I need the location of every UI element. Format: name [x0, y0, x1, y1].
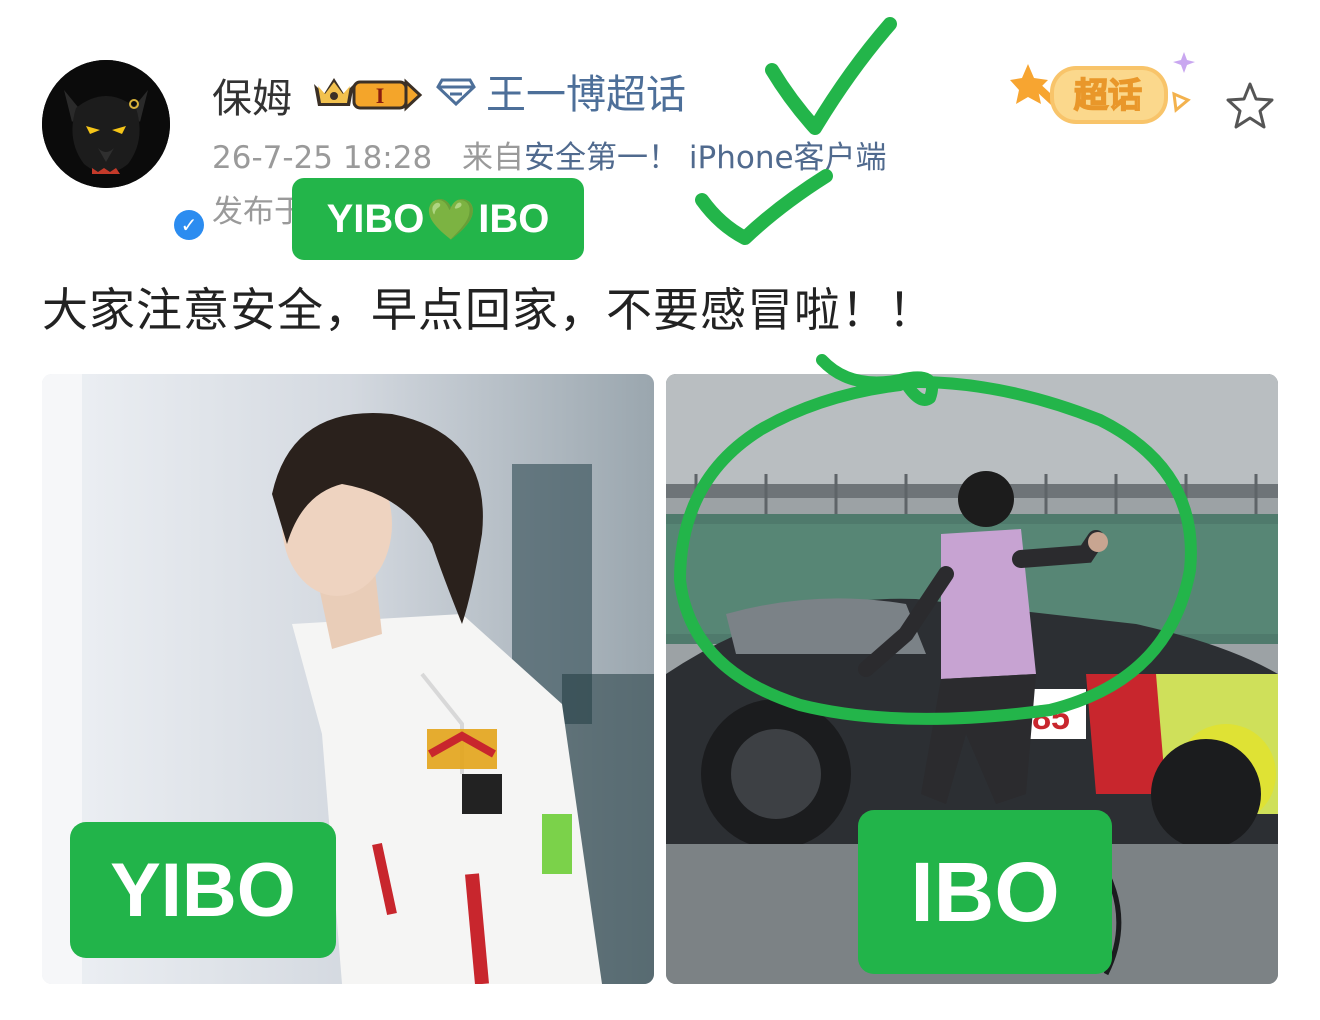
chaohua-badge[interactable]: 超话	[1006, 44, 1202, 134]
verified-icon: ✓	[170, 206, 208, 244]
panther-avatar-icon	[42, 60, 170, 188]
tag-left-text: YIBO	[326, 196, 425, 241]
topic-link[interactable]: 王一博超话	[436, 66, 686, 118]
source-prefix: 来自	[462, 140, 525, 176]
avatar[interactable]: ✓	[42, 60, 208, 244]
checkmark-icon	[765, 17, 897, 135]
chaohua-text: 超话	[1074, 76, 1142, 116]
photo-label-right: IBO	[858, 810, 1112, 974]
post-meta: 26-7-25 18:28 来自安全第一！ iPhone客户端	[212, 132, 887, 177]
weibo-post: ✓ 保姆 I 王一博超话 26-7-25 18:28 来自安全第一！ iPhon…	[0, 0, 1320, 1020]
username[interactable]: 保姆	[212, 66, 292, 124]
checkmark-icon	[695, 169, 833, 245]
star-icon[interactable]	[1224, 80, 1276, 132]
post-timestamp: 26-7-25 18:28	[212, 140, 433, 176]
crown-icon: I	[314, 78, 423, 112]
car-number-icon: 85	[1032, 699, 1070, 737]
level-badge-text: I	[376, 83, 385, 108]
annotation-tag: YIBO 💚 IBO	[292, 178, 584, 260]
source-client[interactable]: 安全第一！ iPhone客户端	[524, 140, 887, 176]
green-heart-icon: 💚	[426, 197, 477, 242]
tag-right-text: IBO	[478, 196, 550, 241]
post-body-text: 大家注意安全，早点回家，不要感冒啦！！	[42, 283, 935, 337]
diamond-icon	[436, 78, 476, 106]
topic-text: 王一博超话	[486, 72, 686, 118]
photo-label-left: YIBO	[70, 822, 336, 958]
